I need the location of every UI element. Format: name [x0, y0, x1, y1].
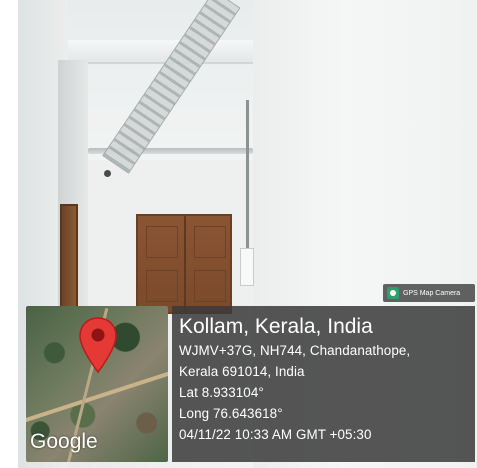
door-panel [146, 270, 178, 302]
electrical-box [240, 248, 254, 286]
map-pin-icon [79, 317, 117, 374]
location-info-panel: Kollam, Kerala, India WJMV+37G, NH744, C… [172, 306, 475, 462]
latitude: Lat 8.933104° [179, 385, 264, 400]
address-line-2: Kerala 691014, India [179, 364, 305, 379]
longitude: Long 76.643618° [179, 406, 283, 421]
map-thumbnail: Google [26, 306, 168, 462]
side-door [60, 204, 78, 314]
badge-label: GPS Map Camera [403, 289, 461, 297]
location-title: Kollam, Kerala, India [179, 315, 373, 338]
wall-fixture [104, 170, 111, 177]
gps-map-camera-badge: GPS Map Camera [383, 284, 475, 302]
gps-map-camera-icon [387, 287, 399, 299]
door-panel [194, 270, 226, 302]
door-panel [194, 226, 226, 258]
google-logo: Google [30, 430, 98, 453]
door-panel [146, 226, 178, 258]
timestamp: 04/11/22 10:33 AM GMT +05:30 [179, 427, 372, 442]
wooden-door [136, 214, 232, 314]
wall-cable [246, 100, 249, 260]
address-line-1: WJMV+37G, NH744, Chandanathope, [179, 343, 411, 358]
